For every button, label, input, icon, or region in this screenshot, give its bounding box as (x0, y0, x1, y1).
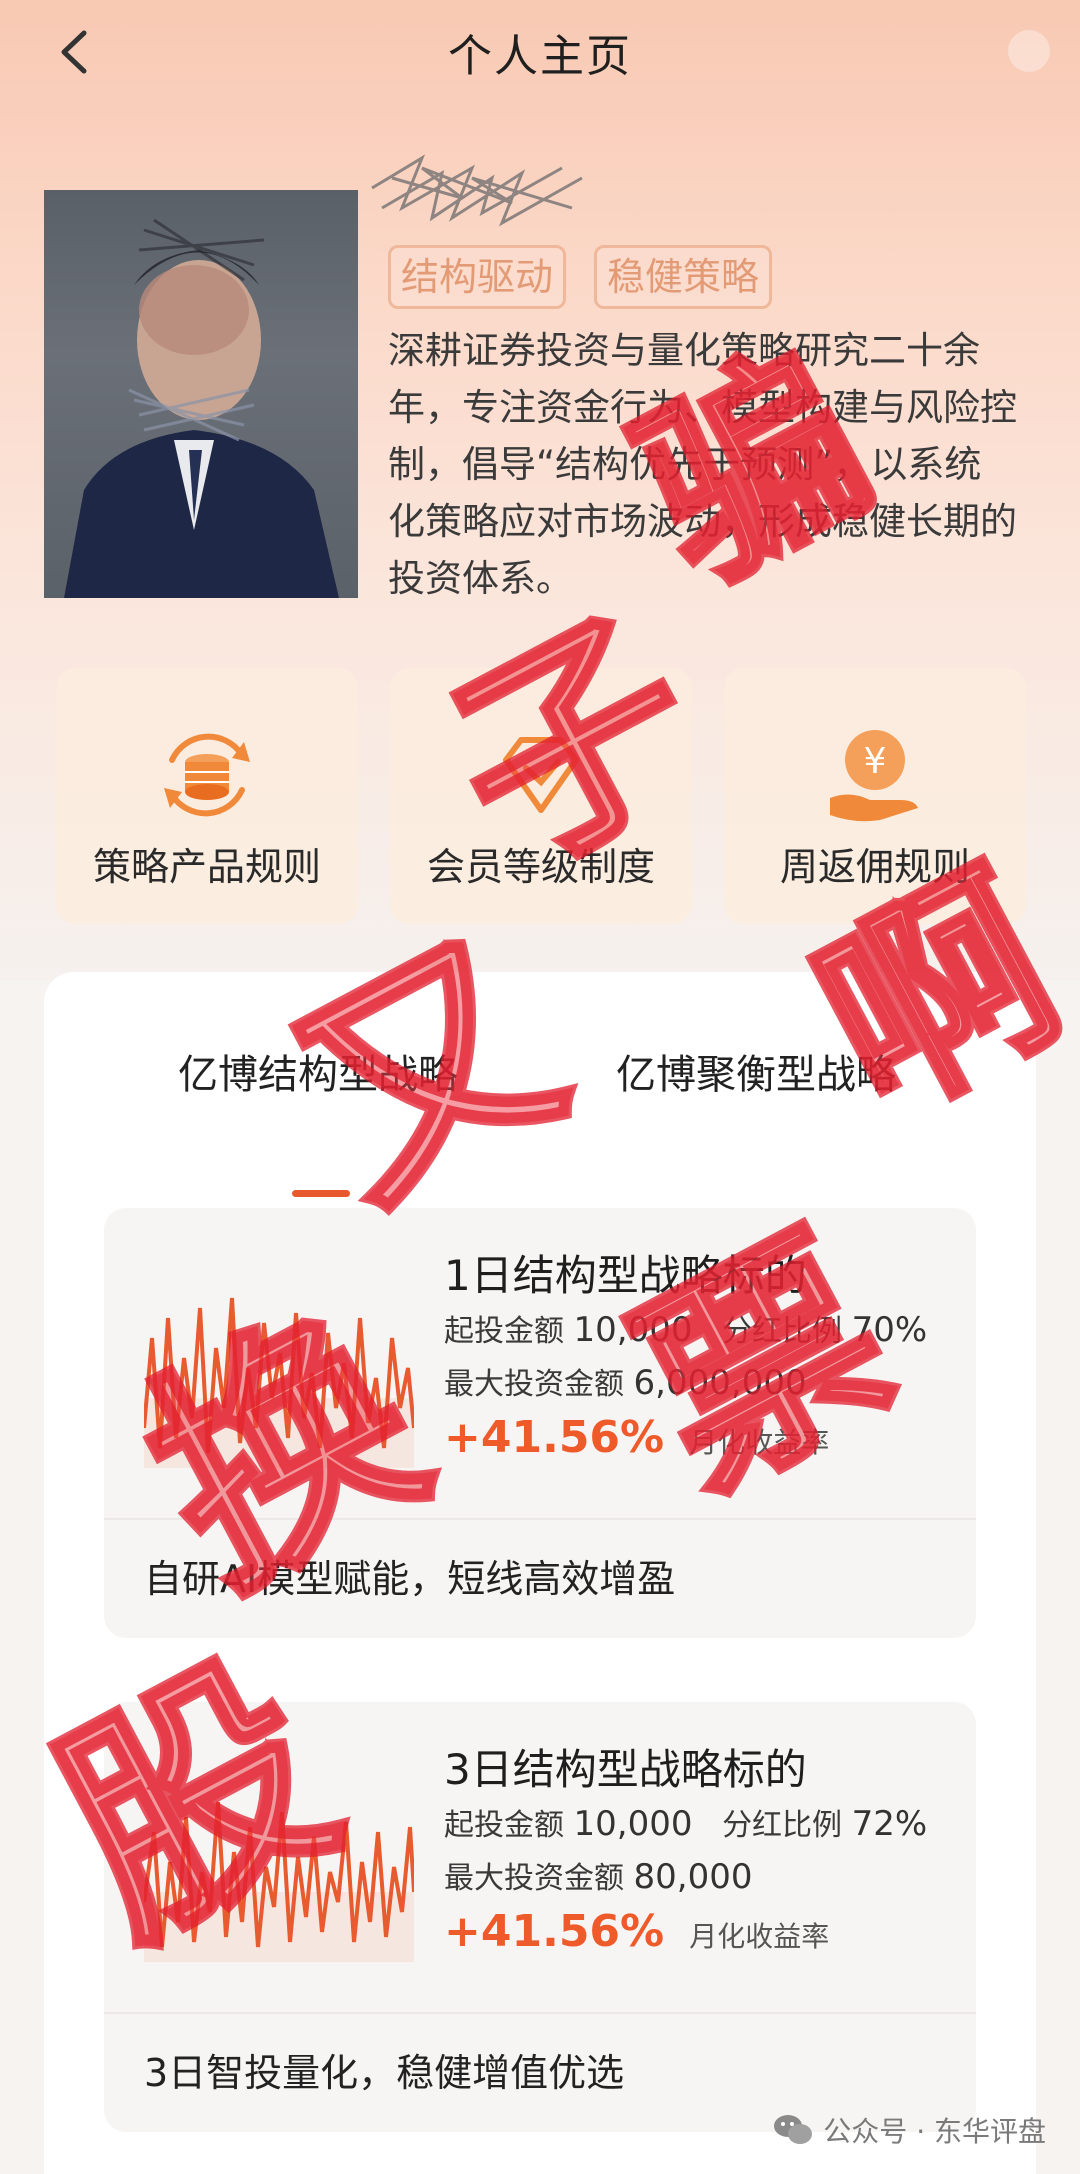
active-tab-indicator (292, 1190, 350, 1197)
profile-bio: 深耕证券投资与量化策略研究二十余年，专注资金行为、模型构建与风险控制，倡导“结构… (388, 329, 1017, 600)
product-terms: 起投金额 10,000 分红比例 70% (444, 1304, 964, 1358)
menu-dot[interactable] (1008, 30, 1050, 72)
product-return: +41.56% 月化收益率 (444, 1412, 964, 1463)
dividend-label: 分红比例 (722, 1808, 843, 1843)
quick-link-label: 周返佣规则 (779, 845, 970, 889)
diamond-icon (503, 737, 579, 813)
product-title: 1日结构型战略标的 (444, 1251, 807, 1300)
tab-balanced-strategy[interactable]: 亿博聚衡型战略 (616, 1042, 896, 1100)
divider (104, 1518, 976, 1520)
product-max: 最大投资金额 6,000,000 (444, 1358, 964, 1410)
max-invest-label: 最大投资金额 (444, 1367, 624, 1402)
min-invest-label: 起投金额 (444, 1314, 564, 1349)
tag: 结构驱动 (388, 245, 567, 309)
min-invest-value: 10,000 (573, 1804, 693, 1844)
quick-links: 策略产品规则 会员等级制度 ¥ 周返佣规则 (56, 668, 1026, 924)
sparkline-chart (144, 1801, 414, 1962)
yen-coin-hand-icon: ¥ (830, 730, 918, 822)
coin-stack-cycle-icon (164, 733, 250, 817)
quick-link-member-levels[interactable]: 会员等级制度 (390, 668, 692, 924)
product-max: 最大投资金额 80,000 (444, 1852, 964, 1904)
return-label: 月化收益率 (689, 1426, 830, 1459)
divider (104, 2012, 976, 2014)
dividend-label: 分红比例 (722, 1314, 843, 1349)
product-info: 1日结构型战略标的 起投金额 10,000 分红比例 70% 最大投资金额 6,… (444, 1248, 964, 1463)
page-title: 个人主页 (448, 31, 632, 82)
product-terms: 起投金额 10,000 分红比例 72% (444, 1798, 964, 1852)
product-slogan: 3日智投量化，稳健增值优选 (144, 2051, 625, 2095)
max-invest-value: 6,000,000 (633, 1363, 807, 1403)
max-invest-label: 最大投资金额 (444, 1861, 624, 1896)
watermark-text: 公众号 · 东华评盘 (823, 2115, 1046, 2148)
strategy-panel: 亿博结构型战略 亿博聚衡型战略 1日结构型战略标的 起投金额 10,000 分红… (44, 972, 1036, 2174)
min-invest-label: 起投金额 (444, 1808, 564, 1843)
quick-link-strategy-rules[interactable]: 策略产品规则 (56, 668, 358, 924)
quick-link-label: 策略产品规则 (92, 845, 321, 889)
watermark: 公众号 · 东华评盘 (773, 2110, 1046, 2150)
min-invest-value: 10,000 (573, 1310, 693, 1350)
wechat-icon (774, 2115, 813, 2144)
strategy-tabs: 亿博结构型战略 亿博聚衡型战略 (44, 1042, 1036, 1197)
product-card[interactable]: 1日结构型战略标的 起投金额 10,000 分红比例 70% 最大投资金额 6,… (104, 1208, 976, 1638)
name-scribble (371, 154, 583, 227)
product-return: +41.56% 月化收益率 (444, 1906, 964, 1957)
product-card[interactable]: 3日结构型战略标的 起投金额 10,000 分红比例 72% 最大投资金额 80… (104, 1702, 976, 2132)
max-invest-value: 80,000 (633, 1857, 753, 1897)
dividend-value: 72% (851, 1804, 928, 1844)
product-slogan: 自研AI模型赋能，短线高效增盈 (144, 1557, 676, 1601)
return-value: +41.56% (444, 1906, 665, 1957)
product-info: 3日结构型战略标的 起投金额 10,000 分红比例 72% 最大投资金额 80… (444, 1742, 964, 1957)
quick-link-label: 会员等级制度 (426, 845, 655, 889)
quick-link-rebate-rules[interactable]: ¥ 周返佣规则 (724, 668, 1026, 924)
app-header: 个人主页 (0, 0, 1080, 100)
tab-structured-strategy[interactable]: 亿博结构型战略 (178, 1042, 458, 1100)
product-title: 3日结构型战略标的 (444, 1745, 807, 1794)
return-value: +41.56% (444, 1412, 665, 1463)
tag-list: 结构驱动 稳健策略 (388, 245, 773, 309)
return-label: 月化收益率 (689, 1920, 830, 1953)
tag: 稳健策略 (594, 245, 773, 309)
sparkline-chart (144, 1297, 414, 1468)
svg-text:¥: ¥ (864, 741, 887, 782)
avatar (44, 190, 358, 598)
dividend-value: 70% (851, 1310, 928, 1350)
